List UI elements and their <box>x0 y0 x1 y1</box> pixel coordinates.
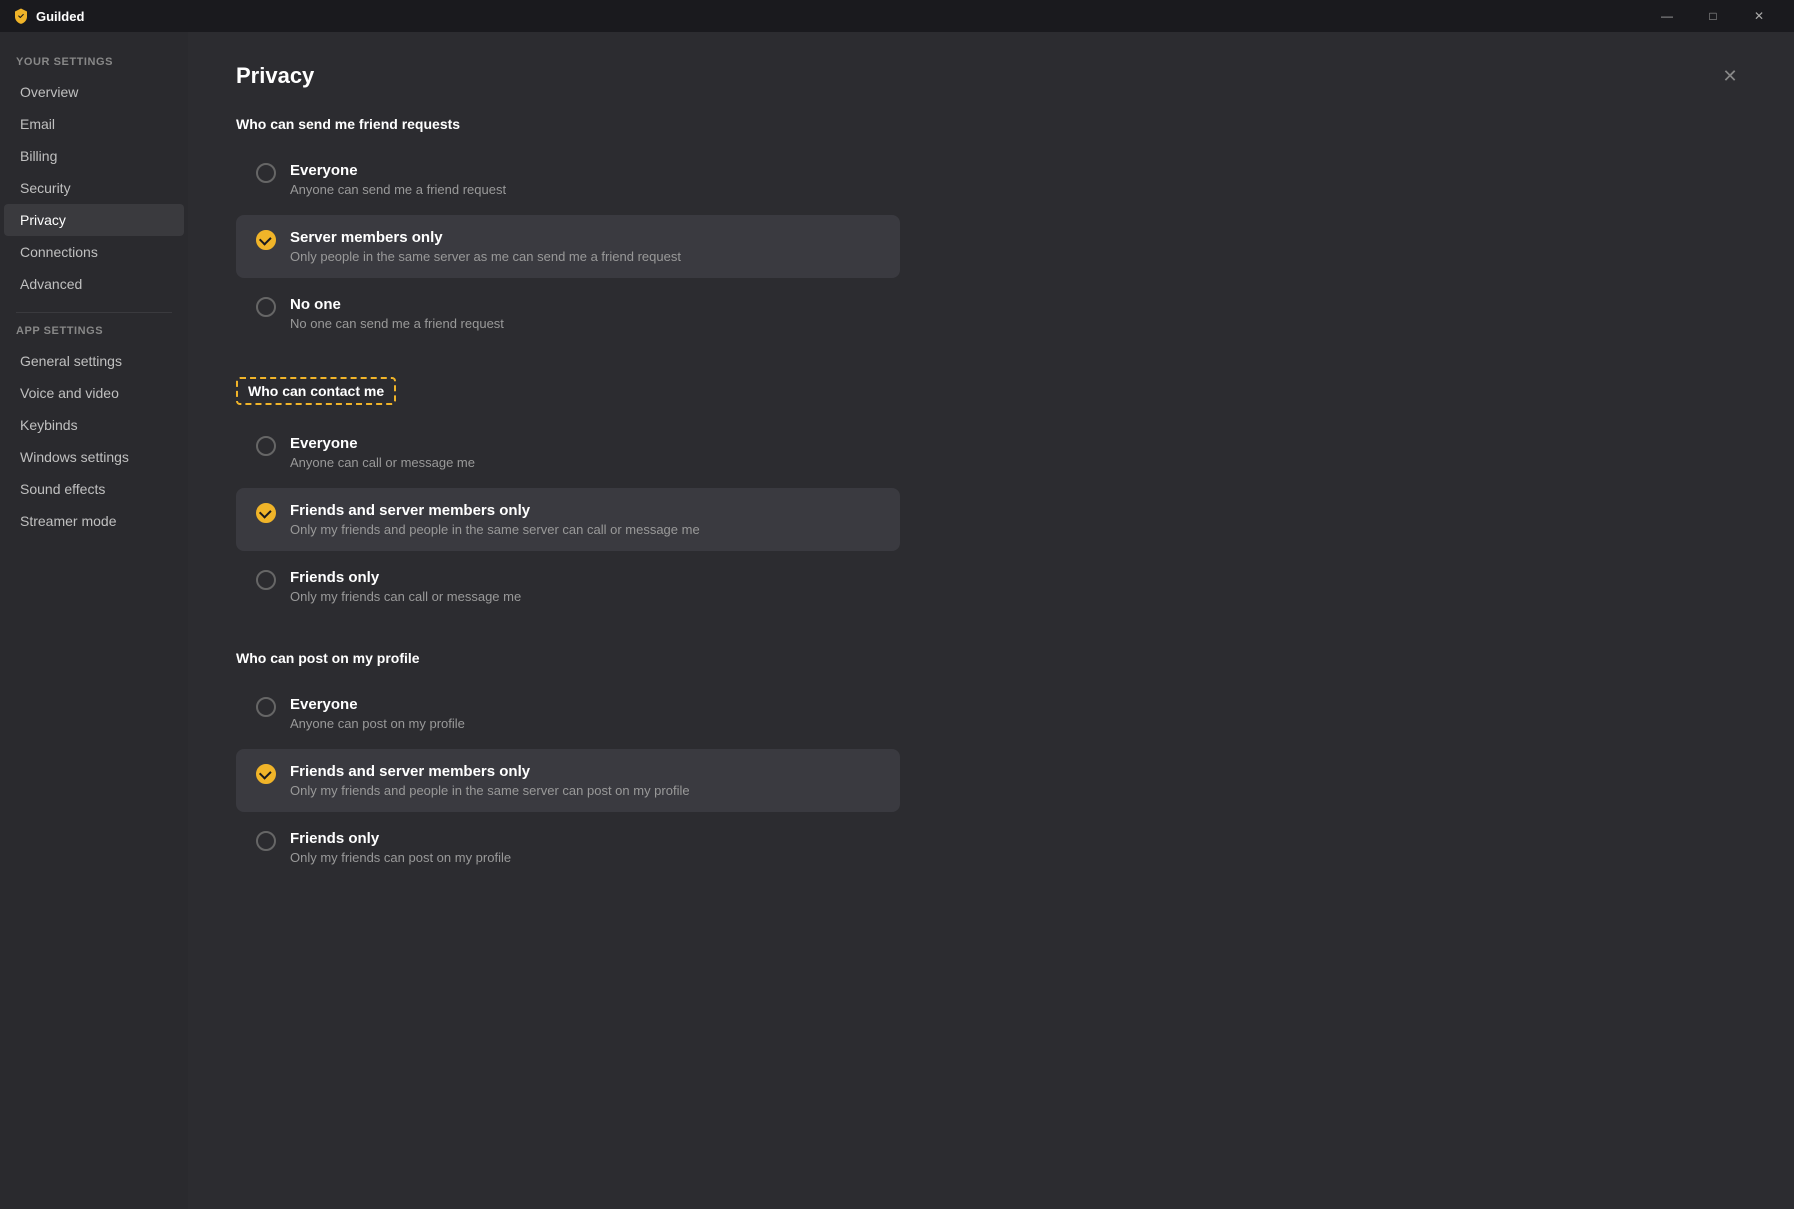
post-on-profile-options: Everyone Anyone can post on my profile F… <box>236 682 900 879</box>
fr-no-one-option[interactable]: No one No one can send me a friend reque… <box>236 282 900 345</box>
fr-no-one-radio <box>256 297 276 317</box>
sidebar-item-sound-effects[interactable]: Sound effects <box>4 473 184 505</box>
cm-everyone-desc: Anyone can call or message me <box>290 455 475 470</box>
pp-friends-only-desc: Only my friends can post on my profile <box>290 850 511 865</box>
page-close-button[interactable]: ✕ <box>1714 60 1746 92</box>
fr-server-members-label: Server members only <box>290 229 681 246</box>
cm-friends-only-radio <box>256 570 276 590</box>
pp-friends-only-radio <box>256 831 276 851</box>
cm-everyone-option[interactable]: Everyone Anyone can call or message me <box>236 421 900 484</box>
sidebar: Your settings Overview Email Billing Sec… <box>0 32 188 1209</box>
your-settings-label: Your settings <box>0 56 188 76</box>
content-area: Who can send me friend requests Everyone… <box>188 116 948 959</box>
fr-no-one-desc: No one can send me a friend request <box>290 316 504 331</box>
cm-friends-only-option[interactable]: Friends only Only my friends can call or… <box>236 555 900 618</box>
fr-server-members-desc: Only people in the same server as me can… <box>290 249 681 264</box>
pp-everyone-label: Everyone <box>290 696 465 713</box>
cm-friends-server-desc: Only my friends and people in the same s… <box>290 522 700 537</box>
pp-friends-only-label: Friends only <box>290 830 511 847</box>
app-settings-label: App settings <box>0 325 188 345</box>
sidebar-item-connections[interactable]: Connections <box>4 236 184 268</box>
cm-friends-only-label: Friends only <box>290 569 521 586</box>
sidebar-item-keybinds[interactable]: Keybinds <box>4 409 184 441</box>
sidebar-item-overview[interactable]: Overview <box>4 76 184 108</box>
sidebar-item-general-settings[interactable]: General settings <box>4 345 184 377</box>
contact-me-options: Everyone Anyone can call or message me F… <box>236 421 900 618</box>
page-header: Privacy ✕ <box>188 32 1794 116</box>
pp-everyone-radio <box>256 697 276 717</box>
pp-friends-only-option[interactable]: Friends only Only my friends can post on… <box>236 816 900 879</box>
sidebar-item-billing[interactable]: Billing <box>4 140 184 172</box>
fr-everyone-desc: Anyone can send me a friend request <box>290 182 506 197</box>
guilded-logo-icon <box>12 7 30 25</box>
post-on-profile-section-title: Who can post on my profile <box>236 650 900 666</box>
pp-friends-server-label: Friends and server members only <box>290 763 690 780</box>
sidebar-item-voice-and-video[interactable]: Voice and video <box>4 377 184 409</box>
cm-friends-server-radio <box>256 503 276 523</box>
minimize-button[interactable]: — <box>1644 0 1690 32</box>
page-title: Privacy <box>236 63 314 89</box>
fr-no-one-label: No one <box>290 296 504 313</box>
friend-requests-options: Everyone Anyone can send me a friend req… <box>236 148 900 345</box>
contact-me-section-highlight: Who can contact me <box>236 377 396 405</box>
pp-friends-server-radio <box>256 764 276 784</box>
sidebar-item-privacy[interactable]: Privacy <box>4 204 184 236</box>
cm-everyone-label: Everyone <box>290 435 475 452</box>
cm-friends-server-option[interactable]: Friends and server members only Only my … <box>236 488 900 551</box>
sidebar-divider <box>16 312 172 313</box>
cm-friends-server-label: Friends and server members only <box>290 502 700 519</box>
fr-server-members-option[interactable]: Server members only Only people in the s… <box>236 215 900 278</box>
fr-server-members-radio <box>256 230 276 250</box>
app-body: Your settings Overview Email Billing Sec… <box>0 32 1794 1209</box>
fr-everyone-label: Everyone <box>290 162 506 179</box>
pp-everyone-desc: Anyone can post on my profile <box>290 716 465 731</box>
fr-everyone-radio <box>256 163 276 183</box>
cm-friends-only-desc: Only my friends can call or message me <box>290 589 521 604</box>
app-logo: Guilded <box>12 7 84 25</box>
main-content: Privacy ✕ Who can send me friend request… <box>188 32 1794 1209</box>
maximize-button[interactable]: □ <box>1690 0 1736 32</box>
app-name: Guilded <box>36 9 84 24</box>
sidebar-item-advanced[interactable]: Advanced <box>4 268 184 300</box>
contact-me-section-title: Who can contact me <box>248 383 384 399</box>
cm-everyone-radio <box>256 436 276 456</box>
window-close-button[interactable]: ✕ <box>1736 0 1782 32</box>
fr-everyone-option[interactable]: Everyone Anyone can send me a friend req… <box>236 148 900 211</box>
pp-everyone-option[interactable]: Everyone Anyone can post on my profile <box>236 682 900 745</box>
title-bar: Guilded — □ ✕ <box>0 0 1794 32</box>
sidebar-item-windows-settings[interactable]: Windows settings <box>4 441 184 473</box>
pp-friends-server-desc: Only my friends and people in the same s… <box>290 783 690 798</box>
pp-friends-server-option[interactable]: Friends and server members only Only my … <box>236 749 900 812</box>
friend-requests-section-title: Who can send me friend requests <box>236 116 900 132</box>
sidebar-item-email[interactable]: Email <box>4 108 184 140</box>
window-controls: — □ ✕ <box>1644 0 1782 32</box>
sidebar-item-security[interactable]: Security <box>4 172 184 204</box>
sidebar-item-streamer-mode[interactable]: Streamer mode <box>4 505 184 537</box>
